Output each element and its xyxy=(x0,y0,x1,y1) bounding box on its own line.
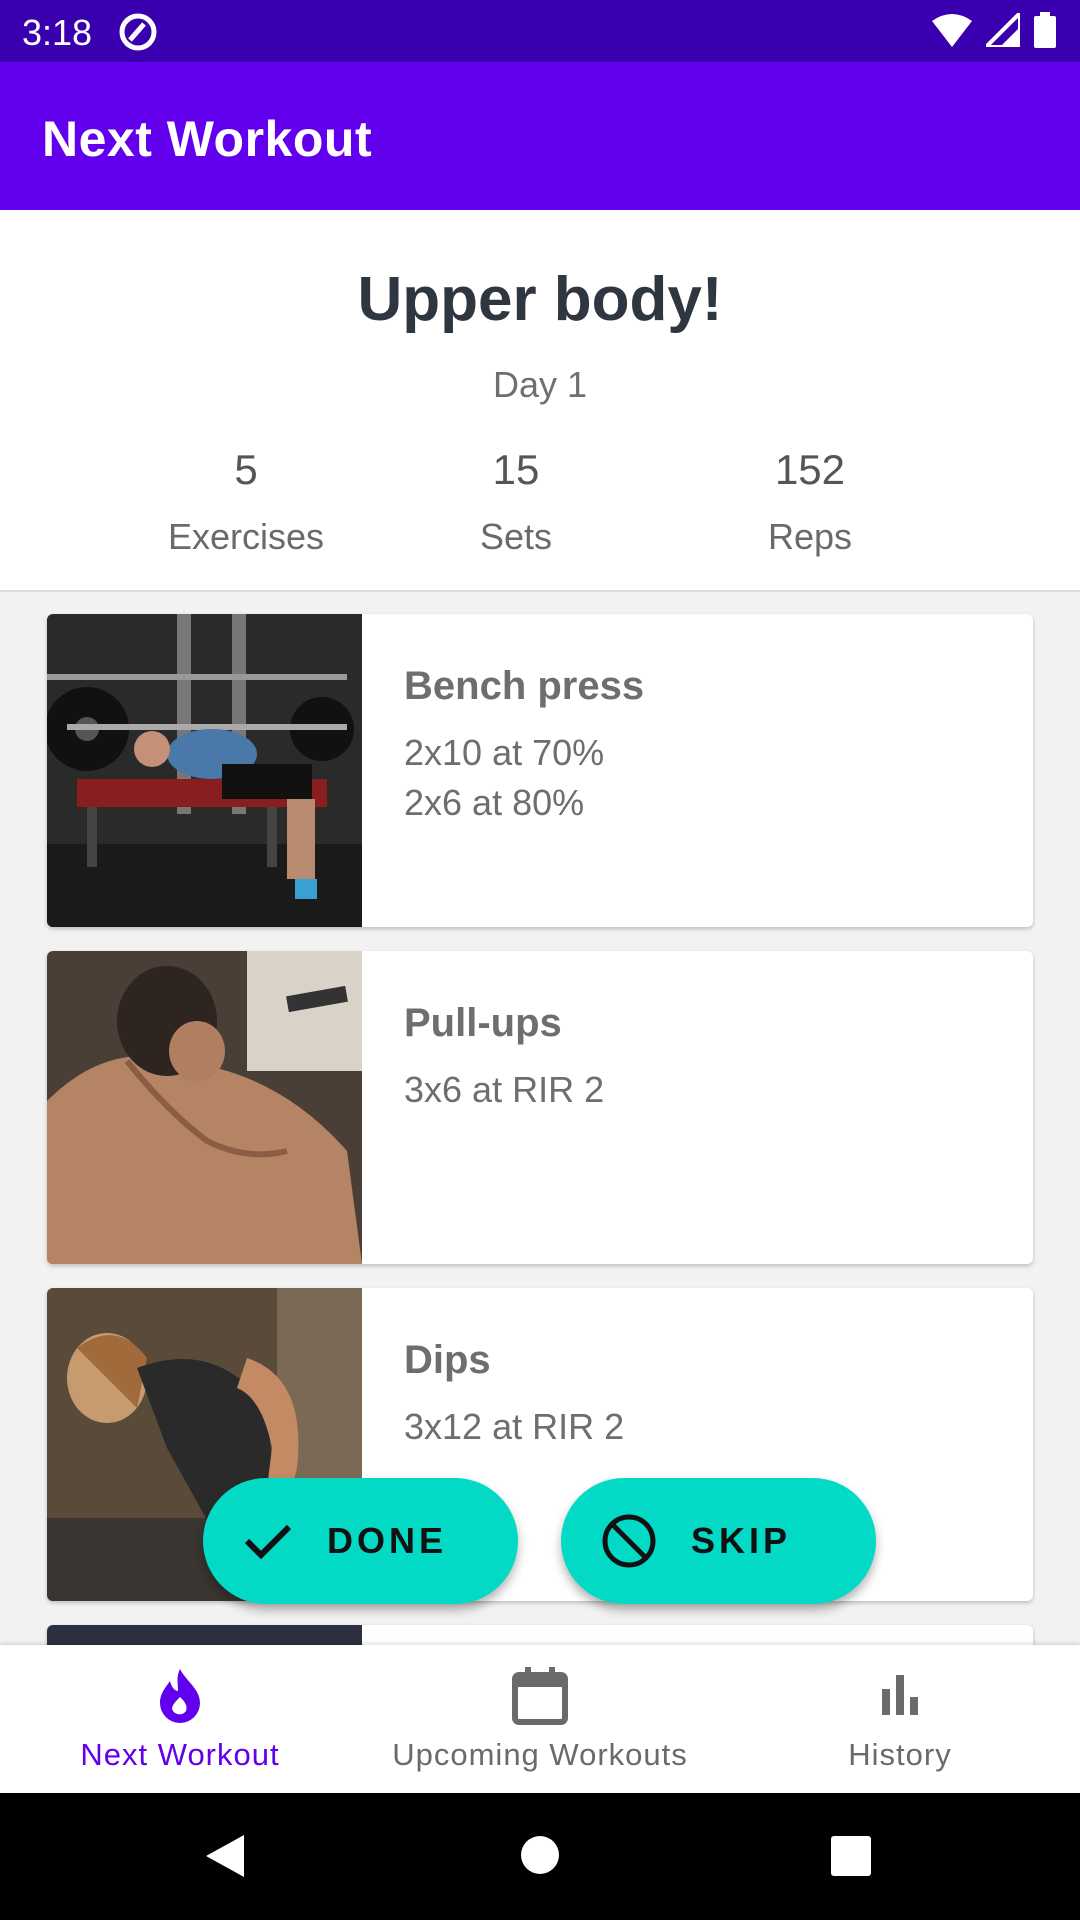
stat-reps: 152 Reps xyxy=(680,446,940,558)
exercise-card-partial[interactable] xyxy=(47,1625,1033,1645)
stat-label: Sets xyxy=(479,516,553,557)
cell-signal-icon xyxy=(986,13,1020,47)
exercise-photo xyxy=(47,1625,362,1645)
nav-item-history[interactable]: History xyxy=(800,1645,1000,1793)
skip-button[interactable]: SKIP xyxy=(561,1478,876,1604)
stat-value: 5 xyxy=(234,446,258,493)
nav-label: Next Workout xyxy=(80,1737,280,1772)
system-navigation-bar xyxy=(0,1793,1080,1920)
exercise-list[interactable]: Bench press 2x10 at 70% 2x6 at 80% Pull-… xyxy=(0,590,1080,1645)
stat-sets: 15 Sets xyxy=(386,446,646,558)
exercise-set-line: 2x6 at 80% xyxy=(404,782,585,823)
done-button[interactable]: DONE xyxy=(203,1478,518,1604)
status-time: 3:18 xyxy=(22,12,93,53)
workout-day: Day 1 xyxy=(492,364,588,405)
exercise-card-pull-ups[interactable]: Pull-ups 3x6 at RIR 2 xyxy=(47,951,1033,1264)
at-sign-icon xyxy=(119,13,157,51)
stat-value: 15 xyxy=(492,446,540,493)
check-icon xyxy=(244,1524,292,1560)
battery-icon xyxy=(1034,12,1056,48)
stat-label: Exercises xyxy=(167,516,325,557)
bar-chart-icon xyxy=(882,1675,918,1715)
skip-button-label: SKIP xyxy=(691,1520,792,1561)
workout-summary: Upper body! Day 1 5 Exercises 15 Sets 15… xyxy=(0,210,1080,592)
exercise-card-dips[interactable]: Dips 3x12 at RIR 2 xyxy=(47,1288,1033,1601)
nav-label: Upcoming Workouts xyxy=(392,1737,688,1772)
home-icon[interactable] xyxy=(520,1835,560,1875)
stat-label: Reps xyxy=(767,516,853,557)
app-bar: Next Workout xyxy=(0,62,1080,210)
nav-label: History xyxy=(848,1737,952,1772)
workout-title: Upper body! xyxy=(357,265,723,334)
app-bar-title: Next Workout xyxy=(42,111,373,167)
stat-exercises: 5 Exercises xyxy=(116,446,376,558)
exercise-set-line: 2x10 at 70% xyxy=(404,732,605,773)
exercise-set-line: 3x6 at RIR 2 xyxy=(404,1069,605,1110)
wifi-icon xyxy=(932,14,972,47)
nav-item-upcoming-workouts[interactable]: Upcoming Workouts xyxy=(370,1645,710,1793)
bottom-navigation: Next Workout Upcoming Workouts History xyxy=(0,1645,1080,1793)
bench-press-photo xyxy=(47,614,362,927)
recents-icon[interactable] xyxy=(831,1836,871,1876)
calendar-icon xyxy=(512,1667,568,1725)
exercise-name: Dips xyxy=(404,1338,491,1382)
flame-icon xyxy=(160,1669,200,1723)
status-bar: 3:18 xyxy=(0,0,1080,62)
exercise-name: Bench press xyxy=(404,664,645,708)
nav-item-next-workout[interactable]: Next Workout xyxy=(60,1645,300,1793)
back-icon[interactable] xyxy=(204,1833,246,1879)
block-icon xyxy=(602,1514,656,1568)
exercise-card-bench-press[interactable]: Bench press 2x10 at 70% 2x6 at 80% xyxy=(47,614,1033,927)
exercise-set-line: 3x12 at RIR 2 xyxy=(404,1406,625,1447)
stat-value: 152 xyxy=(774,446,846,493)
status-icons xyxy=(932,12,1056,48)
done-button-label: DONE xyxy=(327,1520,448,1561)
exercise-name: Pull-ups xyxy=(404,1001,562,1045)
pull-ups-photo xyxy=(47,951,362,1264)
